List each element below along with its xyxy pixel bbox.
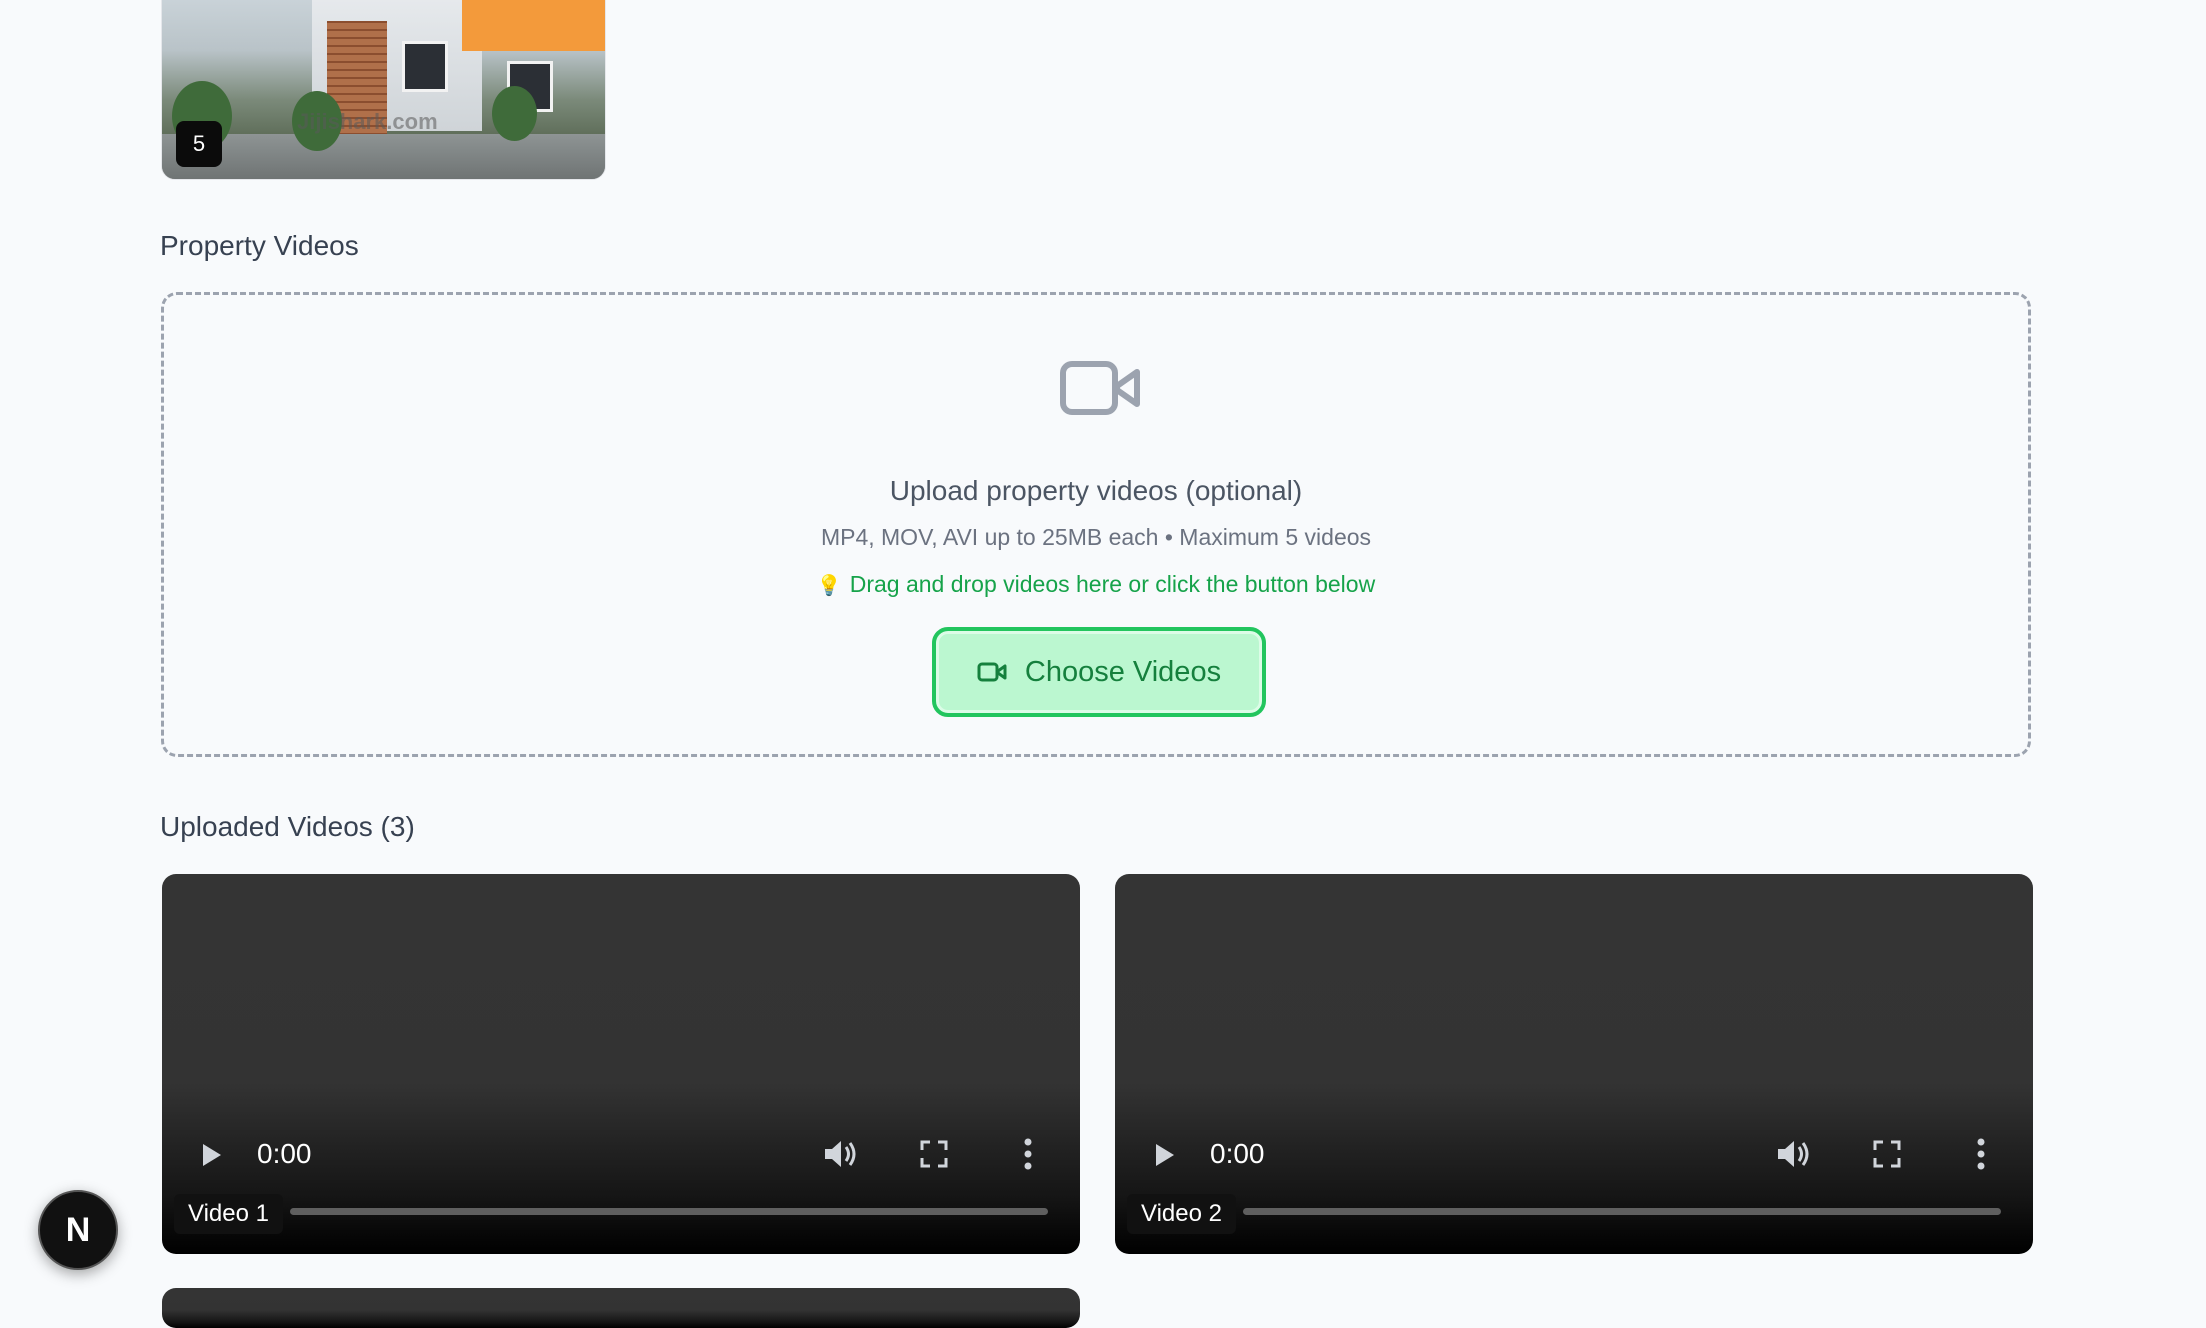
dropzone-hint-text: Drag and drop videos here or click the b… (849, 571, 1376, 597)
video-controls: 0:00 (1115, 1134, 2033, 1174)
dropzone-title: Upload property videos (optional) (889, 475, 1303, 506)
dropzone-hint: 💡 Drag and drop videos here or click the … (164, 571, 2028, 598)
image-index-badge: 5 (176, 121, 222, 167)
dev-tools-badge[interactable]: N (38, 1190, 118, 1270)
thumbnail-watermark: Jijishark.com (297, 109, 438, 134)
video-controls: 0:00 (162, 1134, 1080, 1174)
choose-videos-label: Choose Videos (1024, 655, 1222, 688)
dropzone-subtitle: MP4, MOV, AVI up to 25MB each • Maximum … (820, 524, 1372, 550)
video-progress-bar[interactable] (290, 1208, 1048, 1215)
video-label: Video 1 (174, 1194, 283, 1234)
volume-icon[interactable] (822, 1138, 858, 1170)
play-icon[interactable] (1153, 1142, 1177, 1168)
video-camera-icon (977, 662, 1007, 682)
more-options-icon[interactable] (1977, 1138, 1985, 1170)
uploaded-videos-heading: Uploaded Videos (3) (160, 811, 415, 842)
more-options-icon[interactable] (1024, 1138, 1032, 1170)
video-player[interactable]: 0:00 Video 1 (162, 874, 1080, 1254)
fullscreen-icon[interactable] (920, 1140, 948, 1168)
volume-icon[interactable] (1775, 1138, 1811, 1170)
property-videos-heading: Property Videos (160, 230, 359, 261)
thumbnail-plant (492, 86, 537, 141)
thumbnail-window (402, 41, 448, 92)
video-progress-bar[interactable] (1243, 1208, 2001, 1215)
thumbnail-ground (162, 134, 605, 179)
video-time: 0:00 (1210, 1138, 1265, 1169)
video-camera-icon (1060, 361, 1140, 415)
fullscreen-icon[interactable] (1873, 1140, 1901, 1168)
property-image-thumbnail[interactable]: Jijishark.com 5 (161, 0, 606, 180)
video-time: 0:00 (257, 1138, 312, 1169)
lightbulb-icon: 💡 (816, 575, 842, 597)
choose-videos-button[interactable]: Choose Videos (932, 627, 1266, 717)
video-player[interactable]: 0:00 Video 2 (1115, 874, 2033, 1254)
video-dropzone[interactable]: Upload property videos (optional) MP4, M… (161, 292, 2031, 757)
video-label: Video 2 (1127, 1194, 1236, 1234)
thumbnail-orange-facade (462, 0, 605, 51)
video-player[interactable] (162, 1288, 1080, 1328)
play-icon[interactable] (200, 1142, 224, 1168)
